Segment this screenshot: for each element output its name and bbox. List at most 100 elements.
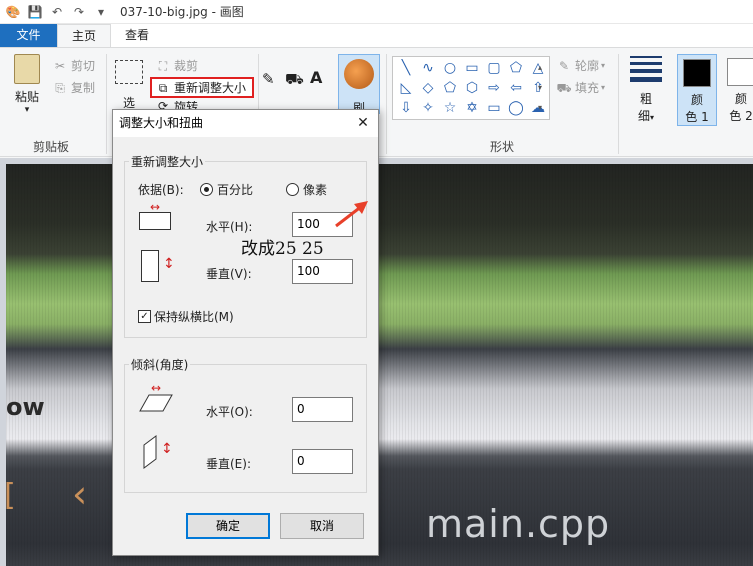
- shapes-group-label: 形状: [490, 140, 515, 154]
- color1-button[interactable]: 颜 色 1: [677, 54, 717, 126]
- color1-label-a: 颜: [690, 93, 703, 107]
- clipboard-group-label: 剪贴板: [33, 140, 70, 154]
- pixels-radio[interactable]: 像素: [286, 181, 327, 198]
- keep-aspect-ratio-checkbox[interactable]: ✓ 保持纵横比(M): [138, 308, 234, 325]
- resize-button[interactable]: ⧉ 重新调整大小: [150, 77, 254, 98]
- color1-label-b: 色 1: [685, 110, 709, 124]
- fill-icon: ⛟: [556, 80, 572, 95]
- horizontal-label: 水平(H):: [206, 220, 253, 234]
- size-label-1: 粗: [639, 92, 652, 106]
- crop-button[interactable]: ⛶ 裁剪: [155, 57, 198, 74]
- pixels-label: 像素: [303, 183, 328, 197]
- tab-file[interactable]: 文件: [0, 24, 57, 47]
- skew-horizontal-input[interactable]: 0: [292, 397, 353, 422]
- callout-rect-icon[interactable]: ▭: [484, 98, 504, 118]
- dialog-title: 调整大小和扭曲: [113, 110, 378, 137]
- vertical-input[interactable]: 100: [292, 259, 353, 284]
- size-label-2-text: 细: [637, 109, 650, 123]
- four-point-star-icon[interactable]: ✧: [418, 98, 438, 118]
- scissors-icon: ✂: [54, 58, 66, 73]
- right-arrow-shape-icon[interactable]: ⇨: [484, 78, 504, 98]
- close-icon[interactable]: ✕: [354, 114, 372, 132]
- tab-home[interactable]: 主页: [57, 24, 112, 47]
- callout-oval-icon[interactable]: ◯: [506, 98, 526, 118]
- save-icon[interactable]: 💾: [26, 3, 44, 21]
- customize-chevron-icon[interactable]: ▾: [92, 3, 110, 21]
- shapes-scroll[interactable]: ▴ ▾ ▾: [538, 58, 548, 118]
- skew-group-legend: 倾斜(角度): [129, 356, 191, 373]
- annotation-text: 改成25 25: [241, 239, 324, 259]
- skew-group: 倾斜(角度) ↔ 水平(O): 0 ↕ 垂直(E): 0: [124, 356, 367, 493]
- color2-label-a: 颜: [734, 92, 747, 106]
- photo-text-fragment: ow: [6, 393, 45, 421]
- line-shape-icon[interactable]: ╲: [396, 58, 416, 78]
- photo-bracket-mark: [: [6, 478, 16, 513]
- select-button[interactable]: 选: [113, 60, 145, 111]
- six-point-star-icon[interactable]: ✡: [462, 98, 482, 118]
- five-point-star-icon[interactable]: ☆: [440, 98, 460, 118]
- fill-bucket-icon[interactable]: ⛟: [285, 70, 304, 90]
- basis-label: 依据(B):: [138, 183, 184, 197]
- outline-button[interactable]: ✎ 轮廓 ▾: [556, 57, 605, 74]
- pencil-icon[interactable]: ✎: [262, 70, 275, 88]
- pentagon-shape-icon[interactable]: ⬠: [440, 78, 460, 98]
- tab-view[interactable]: 查看: [111, 24, 163, 47]
- quick-access-toolbar: 🎨 💾 ↶ ↷ ▾: [4, 0, 114, 24]
- copy-label: 复制: [71, 81, 96, 95]
- redo-icon[interactable]: ↷: [70, 3, 88, 21]
- paste-button[interactable]: 粘贴 ▾: [10, 54, 44, 115]
- dropdown-icon: ▾: [601, 83, 606, 92]
- radio-dot: [286, 183, 299, 196]
- line-width-icon: [630, 56, 662, 82]
- skew-horizontal-label: 水平(O):: [206, 405, 253, 419]
- polygon-shape-icon[interactable]: ⬠: [506, 58, 526, 78]
- paint-app-icon: 🎨: [5, 4, 21, 19]
- horizontal-resize-icon: ↔: [139, 201, 171, 230]
- skew-vertical-label: 垂直(E):: [206, 457, 251, 471]
- undo-icon[interactable]: ↶: [48, 3, 66, 21]
- horizontal-skew-icon: ↔: [139, 382, 173, 413]
- fill-button[interactable]: ⛟ 填充 ▾: [556, 79, 605, 96]
- left-arrow-shape-icon[interactable]: ⇦: [506, 78, 526, 98]
- copy-icon: ⎘: [55, 80, 65, 95]
- size-button[interactable]: 粗 细▾: [626, 56, 666, 124]
- percent-radio[interactable]: 百分比: [200, 181, 253, 198]
- ribbon-tabs: 文件 主页 查看: [0, 24, 753, 47]
- select-rect-icon: [115, 60, 143, 84]
- resize-group-legend: 重新调整大小: [129, 153, 206, 170]
- oval-shape-icon[interactable]: ○: [440, 58, 460, 78]
- diamond-shape-icon[interactable]: ◇: [418, 78, 438, 98]
- down-arrow-shape-icon[interactable]: ⇩: [396, 98, 416, 118]
- vertical-skew-icon: ↕: [143, 435, 177, 469]
- color1-swatch: [683, 59, 711, 87]
- text-tool-icon[interactable]: A: [310, 68, 322, 87]
- curve-shape-icon[interactable]: ∿: [418, 58, 438, 78]
- vertical-label: 垂直(V):: [206, 267, 252, 281]
- right-triangle-shape-icon[interactable]: ◺: [396, 78, 416, 98]
- brushes-button[interactable]: 刷: [338, 54, 380, 115]
- vertical-resize-icon: ↕: [141, 250, 175, 284]
- title-bar: 🎨 💾 ↶ ↷ ▾ 037-10-big.jpg - 画图: [0, 0, 753, 24]
- resize-skew-dialog: 调整大小和扭曲 ✕ 重新调整大小 依据(B): 百分比 像素 ↔ 水平(H): …: [112, 109, 379, 556]
- separator: [618, 54, 619, 154]
- color2-button[interactable]: 颜 色 2: [721, 54, 753, 126]
- rounded-rect-shape-icon[interactable]: ▢: [484, 58, 504, 78]
- cut-button[interactable]: ✂ 剪切: [52, 57, 95, 74]
- resize-icon: ⧉: [158, 80, 168, 95]
- paste-label: 粘贴: [14, 90, 39, 104]
- skew-vertical-input[interactable]: 0: [292, 449, 353, 474]
- rectangle-shape-icon[interactable]: ▭: [462, 58, 482, 78]
- resize-label: 重新调整大小: [174, 81, 247, 95]
- color2-label-b: 色 2: [729, 109, 753, 123]
- outline-icon: ✎: [558, 58, 570, 73]
- ok-button[interactable]: 确定: [186, 513, 270, 539]
- cut-label: 剪切: [71, 59, 96, 73]
- checkmark-icon: ✓: [138, 310, 151, 323]
- cancel-button[interactable]: 取消: [280, 513, 364, 539]
- paste-dropdown-icon[interactable]: ▾: [10, 105, 44, 115]
- clipboard-icon: [14, 54, 40, 84]
- size-label-2: 细▾: [626, 107, 666, 124]
- hexagon-shape-icon[interactable]: ⬡: [462, 78, 482, 98]
- copy-button[interactable]: ⎘ 复制: [52, 79, 95, 96]
- outline-label: 轮廓: [575, 59, 600, 73]
